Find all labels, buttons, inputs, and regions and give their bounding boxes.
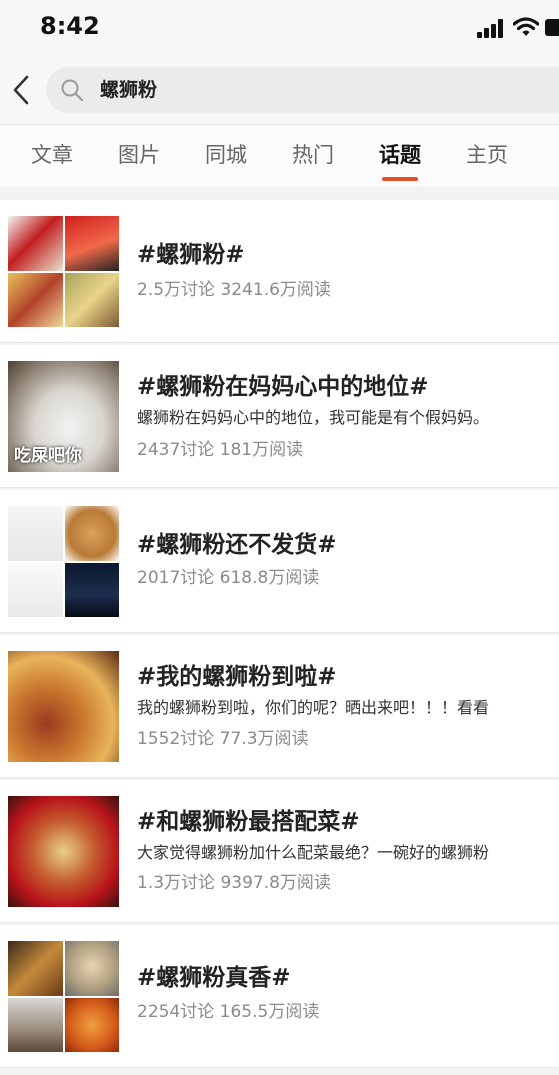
- tab-articles[interactable]: 文章: [22, 141, 82, 169]
- topic-row[interactable]: #我的螺狮粉到啦# 我的螺狮粉到啦，你们的呢？晒出来吧！！！看看 1552讨论 …: [0, 635, 559, 778]
- topic-title: #螺狮粉在妈妈心中的地位#: [137, 374, 429, 400]
- topic-thumbnail: [8, 506, 119, 617]
- chevron-left-icon: [13, 75, 29, 105]
- wifi-icon: [513, 17, 539, 36]
- topic-row[interactable]: #和螺狮粉最搭配菜# 大家觉得螺狮粉加什么配菜最绝？一碗好的螺狮粉 1.3万讨论…: [0, 780, 559, 923]
- topic-title: #螺狮粉还不发货#: [137, 532, 337, 558]
- topic-description: 大家觉得螺狮粉加什么配菜最绝？一碗好的螺狮粉: [137, 843, 490, 862]
- topic-stats: 2254讨论 165.5万阅读: [137, 1002, 320, 1022]
- tab-local[interactable]: 同城: [196, 141, 256, 169]
- topic-row[interactable]: #螺狮粉真香# 2254讨论 165.5万阅读: [0, 925, 559, 1068]
- battery-icon: [545, 19, 559, 36]
- search-input[interactable]: 螺狮粉: [46, 67, 559, 113]
- topic-thumbnail: [8, 941, 119, 1052]
- signal-icon: [477, 18, 507, 38]
- topic-stats: 1.3万讨论 9397.8万阅读: [137, 873, 331, 893]
- tab-topics-label: 话题: [379, 143, 421, 167]
- topic-stats: 1552讨论 77.3万阅读: [137, 729, 309, 749]
- tab-trending[interactable]: 热门: [283, 141, 343, 169]
- tab-topics[interactable]: 话题: [370, 141, 430, 181]
- topic-thumbnail: 吃屎吧你: [8, 361, 119, 472]
- back-button[interactable]: [4, 68, 38, 112]
- topic-description: 螺狮粉在妈妈心中的地位，我可能是有个假妈妈。: [137, 408, 490, 427]
- search-icon: [61, 79, 84, 102]
- search-header: 螺狮粉: [0, 58, 559, 124]
- topic-description: 我的螺狮粉到啦，你们的呢？晒出来吧！！！看看: [137, 698, 490, 717]
- topic-row[interactable]: #螺狮粉# 2.5万讨论 3241.6万阅读: [0, 200, 559, 343]
- topic-stats: 2017讨论 618.8万阅读: [137, 568, 320, 588]
- topic-title: #螺狮粉真香#: [137, 965, 291, 991]
- topic-title: #我的螺狮粉到啦#: [137, 664, 337, 690]
- status-bar: 8:42: [0, 0, 559, 58]
- topic-row[interactable]: #螺狮粉还不发货# 2017讨论 618.8万阅读: [0, 490, 559, 633]
- search-query: 螺狮粉: [100, 79, 158, 101]
- topic-thumbnail: [8, 651, 119, 762]
- tab-homepage[interactable]: 主页: [457, 141, 517, 169]
- topic-row[interactable]: 吃屎吧你 #螺狮粉在妈妈心中的地位# 螺狮粉在妈妈心中的地位，我可能是有个假妈妈…: [0, 345, 559, 488]
- status-time: 8:42: [40, 12, 100, 40]
- topic-stats: 2.5万讨论 3241.6万阅读: [137, 280, 331, 300]
- topic-thumbnail: [8, 216, 119, 327]
- thumbnail-caption: 吃屎吧你: [14, 446, 82, 466]
- topic-title: #螺狮粉#: [137, 242, 245, 268]
- topic-stats: 2437讨论 181万阅读: [137, 440, 304, 460]
- tab-bar: 文章 图片 同城 热门 话题 主页: [0, 124, 559, 187]
- active-tab-indicator: [382, 177, 418, 181]
- topic-thumbnail: [8, 796, 119, 907]
- tab-images[interactable]: 图片: [109, 141, 169, 169]
- status-icons: [469, 16, 559, 40]
- topic-title: #和螺狮粉最搭配菜#: [137, 809, 360, 835]
